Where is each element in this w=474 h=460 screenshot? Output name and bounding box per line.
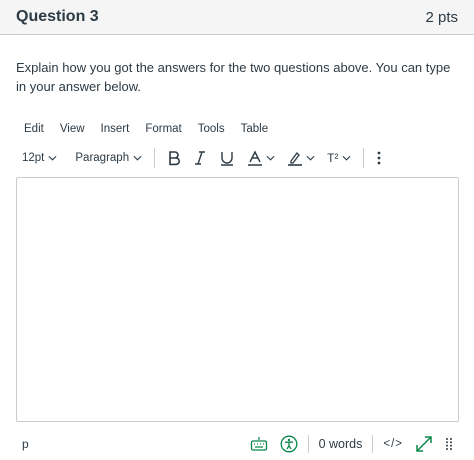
chevron-down-icon [266, 155, 275, 161]
block-format-dropdown[interactable]: Paragraph [69, 146, 148, 170]
word-count[interactable]: 0 words [313, 437, 369, 451]
question-points: 2 pts [425, 8, 458, 26]
accessibility-icon [280, 435, 298, 453]
chevron-down-icon [306, 155, 315, 161]
menu-format[interactable]: Format [137, 123, 189, 135]
toolbar-divider [363, 148, 365, 168]
highlight-button[interactable] [281, 146, 321, 170]
underline-icon [221, 152, 234, 166]
keyboard-icon [250, 437, 267, 451]
bold-icon [169, 151, 181, 166]
block-format-value: Paragraph [75, 152, 130, 164]
menu-view[interactable]: View [52, 123, 93, 135]
underline-button[interactable] [213, 146, 241, 170]
keyboard-shortcuts-button[interactable] [244, 436, 274, 452]
chevron-down-icon [133, 155, 142, 161]
bold-button[interactable] [161, 146, 187, 170]
editor-menubar: Edit View Insert Format Tools Table [16, 120, 276, 138]
superscript-button[interactable]: T² [321, 146, 357, 170]
question-prompt: Explain how you got the answers for the … [16, 60, 451, 94]
html-editor-toggle[interactable]: </> [377, 438, 409, 450]
editor-statusbar: p 0 words </> [16, 432, 459, 456]
text-color-button[interactable] [241, 146, 281, 170]
answer-editor[interactable] [16, 177, 459, 422]
font-size-value: 12pt [22, 152, 45, 164]
highlight-icon [288, 152, 303, 166]
italic-icon [195, 151, 206, 165]
more-button[interactable] [370, 146, 388, 170]
more-icon [378, 151, 381, 165]
fullscreen-button[interactable] [409, 435, 439, 453]
font-size-dropdown[interactable]: 12pt [16, 146, 63, 170]
text-color-icon [248, 150, 263, 166]
resize-grip-icon [446, 438, 452, 450]
resize-handle[interactable] [439, 437, 459, 451]
question-title: Question 3 [16, 8, 99, 25]
statusbar-divider [372, 435, 374, 453]
accessibility-checker-button[interactable] [274, 435, 304, 453]
statusbar-tools: 0 words </> [244, 432, 459, 456]
chevron-down-icon [48, 155, 57, 161]
menu-insert[interactable]: Insert [93, 123, 138, 135]
menu-tools[interactable]: Tools [190, 123, 233, 135]
toolbar-divider [154, 148, 156, 168]
fullscreen-icon [416, 436, 432, 452]
menu-edit[interactable]: Edit [16, 123, 52, 135]
statusbar-divider [307, 435, 309, 453]
element-path[interactable]: p [16, 437, 29, 451]
superscript-icon: T² [327, 151, 339, 165]
italic-button[interactable] [187, 146, 213, 170]
editor-toolbar: 12pt Paragraph T² [16, 146, 406, 170]
question-header: Question 3 2 pts [0, 0, 474, 35]
menu-table[interactable]: Table [233, 123, 277, 135]
chevron-down-icon [342, 155, 351, 161]
